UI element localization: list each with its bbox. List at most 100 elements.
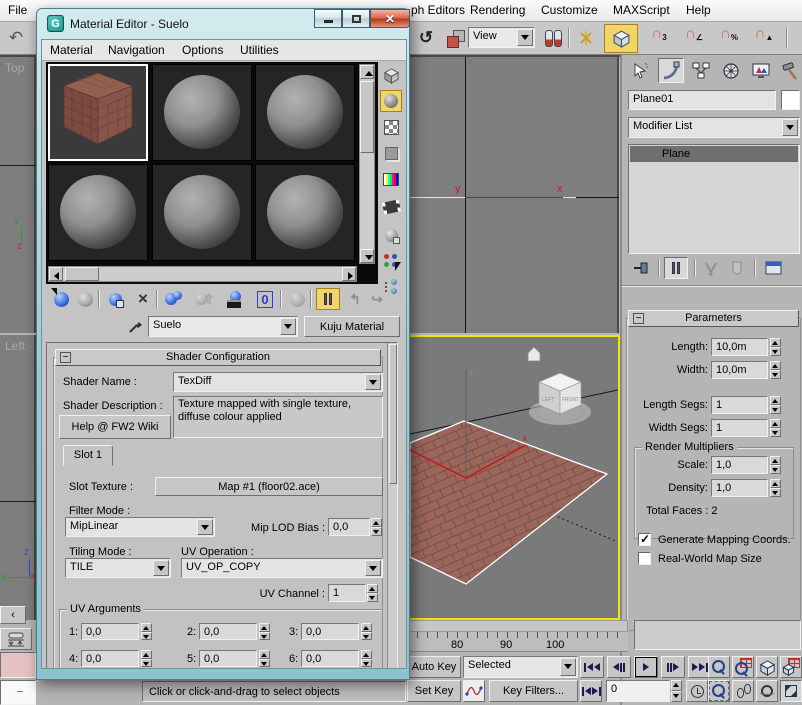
zoom-all-button[interactable] [732,656,754,678]
menu-rendering[interactable]: Rendering [470,3,525,17]
object-name-field[interactable]: Plane01 [628,90,776,110]
frame-spinner[interactable] [671,680,682,702]
get-material-icon[interactable] [50,288,72,310]
uv-arg-6-spinner[interactable] [361,650,372,667]
uv-arg-4-field[interactable]: 0,0 [81,650,139,667]
configure-modifier-sets-icon[interactable] [762,258,784,278]
shader-rollout-header[interactable]: Shader Configuration [55,349,381,366]
select-rotate-icon[interactable] [414,26,438,50]
menu-utilities[interactable]: Utilities [240,43,279,57]
maximize-button[interactable] [342,9,370,28]
length-field[interactable]: 10,0m [711,338,768,356]
walk-through-button[interactable] [732,680,754,702]
tiling-mode-dropdown[interactable]: TILE [65,558,171,578]
menu-material[interactable]: Material [50,43,93,57]
collapse-icon[interactable] [60,352,71,363]
scale-spinner[interactable] [770,456,781,474]
length-spinner[interactable] [770,338,781,356]
material-editor-window[interactable]: G Material Editor - Suelo ✕ Material Nav… [36,8,410,680]
filter-mode-arrow[interactable] [197,519,213,535]
previous-frame-button[interactable] [607,656,631,678]
viewport-left[interactable]: Left z y x [0,335,36,620]
params-scrollbar[interactable] [387,343,397,668]
reference-coordinate-dropdown[interactable]: View [468,27,535,48]
set-key-button[interactable]: Set Key [407,680,461,702]
tab-motion[interactable] [718,58,744,83]
modifier-stack[interactable]: Plane [628,144,800,254]
key-filters-button[interactable]: Key Filters... [489,680,578,702]
width-spinner[interactable] [770,361,781,379]
video-color-check-icon[interactable] [380,168,402,190]
uv-arg-3-spinner[interactable] [361,623,372,640]
modifier-list-arrow[interactable] [782,119,798,136]
params-scroll-thumb[interactable] [389,344,397,484]
tab-display[interactable] [748,58,774,83]
spinner-snap-icon[interactable]: ∩▲ [750,26,778,52]
orbit-button[interactable] [756,680,778,702]
width-segs-spinner[interactable] [770,419,781,437]
time-slider-left-button[interactable]: ‹ [0,606,26,624]
uv-channel-spinner[interactable] [367,584,378,602]
tab-hierarchy[interactable] [688,58,714,83]
sample-uv-tiling-icon[interactable] [380,142,402,164]
uv-arg-2-field[interactable]: 0,0 [199,623,257,640]
slots-horizontal-scrollbar[interactable] [48,266,357,282]
material-id-channel-icon[interactable]: 0 [254,288,276,310]
filter-mode-dropdown[interactable]: MipLinear [65,517,215,537]
material-options-icon[interactable] [380,224,402,246]
material-name-dropdown[interactable]: Suelo [148,316,298,337]
material-slot-2[interactable] [152,64,252,161]
backlight-icon[interactable] [380,90,402,112]
material-slot-6[interactable] [255,164,355,261]
tiling-mode-arrow[interactable] [153,560,169,576]
material-slot-5[interactable] [152,164,252,261]
pick-material-eyedropper-icon[interactable] [126,316,146,336]
uv-arg-3-field[interactable]: 0,0 [301,623,359,640]
length-segs-spinner[interactable] [770,396,781,414]
scroll-thumb[interactable] [360,81,374,153]
object-color-swatch[interactable] [781,90,800,110]
viewport-front[interactable]: y x [408,57,619,333]
menu-graph-editors[interactable]: ph Editors [411,3,465,17]
maximize-viewport-toggle[interactable] [780,680,802,702]
stack-item-plane[interactable]: Plane [630,146,798,162]
menu-customize[interactable]: Customize [541,3,598,17]
material-slot-1[interactable] [48,64,148,161]
viewport-top-label[interactable]: Top [5,61,24,75]
minimize-button[interactable] [314,9,342,28]
length-segs-field[interactable]: 1 [711,396,768,414]
zoom-extents-button[interactable] [756,656,778,678]
uv-arg-1-spinner[interactable] [141,623,152,640]
uv-arg-5-spinner[interactable] [259,650,270,667]
viewport-top[interactable]: Top y z [0,57,36,333]
uv-arg-6-field[interactable]: 0,0 [301,650,359,667]
coord-dropdown-arrow[interactable] [517,29,533,46]
select-by-material-icon[interactable] [380,250,402,272]
make-preview-icon[interactable] [380,196,402,218]
slot-texture-button[interactable]: Map #1 (floor02.ace) [155,477,383,496]
key-filter-dropdown[interactable]: Selected [463,656,578,678]
mip-lod-field[interactable]: 0,0 [328,518,370,536]
material-editor-titlebar[interactable]: G Material Editor - Suelo ✕ [37,9,409,39]
show-end-result-icon[interactable] [316,288,340,310]
modifier-list-dropdown[interactable]: Modifier List [628,117,800,138]
select-manipulate-icon[interactable] [574,26,598,50]
material-slot-3[interactable] [255,64,355,161]
uv-operation-dropdown[interactable]: UV_OP_COPY [181,558,383,578]
uv-arg-5-field[interactable]: 0,0 [199,650,257,667]
select-scale-icon[interactable] [443,26,467,50]
selection-lock-area[interactable] [0,652,36,678]
zoom-button[interactable] [708,656,730,678]
next-frame-button[interactable] [661,656,685,678]
close-button[interactable]: ✕ [370,9,410,28]
real-world-checkbox[interactable] [638,552,651,565]
menu-options[interactable]: Options [182,43,223,57]
material-name-arrow[interactable] [280,318,296,335]
pin-stack-icon[interactable] [630,258,652,278]
menu-file[interactable]: File [8,3,27,17]
sample-type-icon[interactable] [380,64,402,86]
viewport-left-label[interactable]: Left [5,339,25,353]
auto-key-button[interactable]: Auto Key [407,656,461,678]
percent-snap-icon[interactable]: ∩% [715,26,743,52]
current-frame-field[interactable]: 0 [606,680,670,702]
